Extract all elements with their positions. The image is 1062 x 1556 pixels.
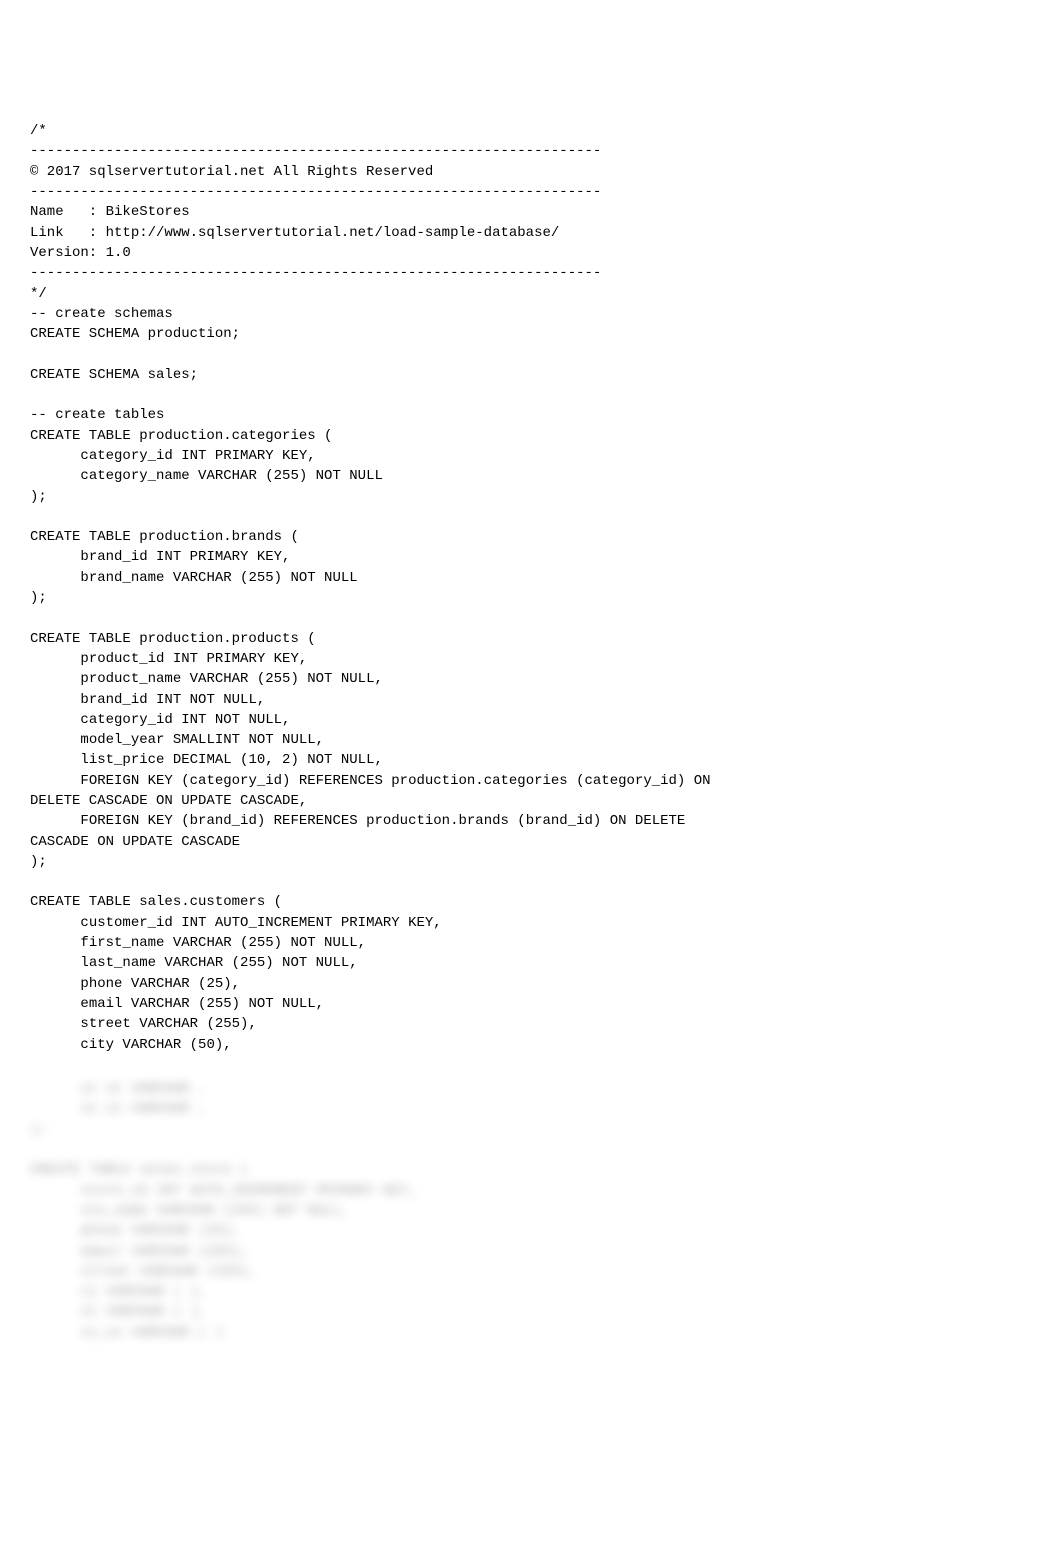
blurred-code-section: st st VARCHAR , zi zi VARCHAR , ); CREAT… [30,1079,1032,1343]
sql-code-block: /* -------------------------------------… [30,121,1032,1055]
